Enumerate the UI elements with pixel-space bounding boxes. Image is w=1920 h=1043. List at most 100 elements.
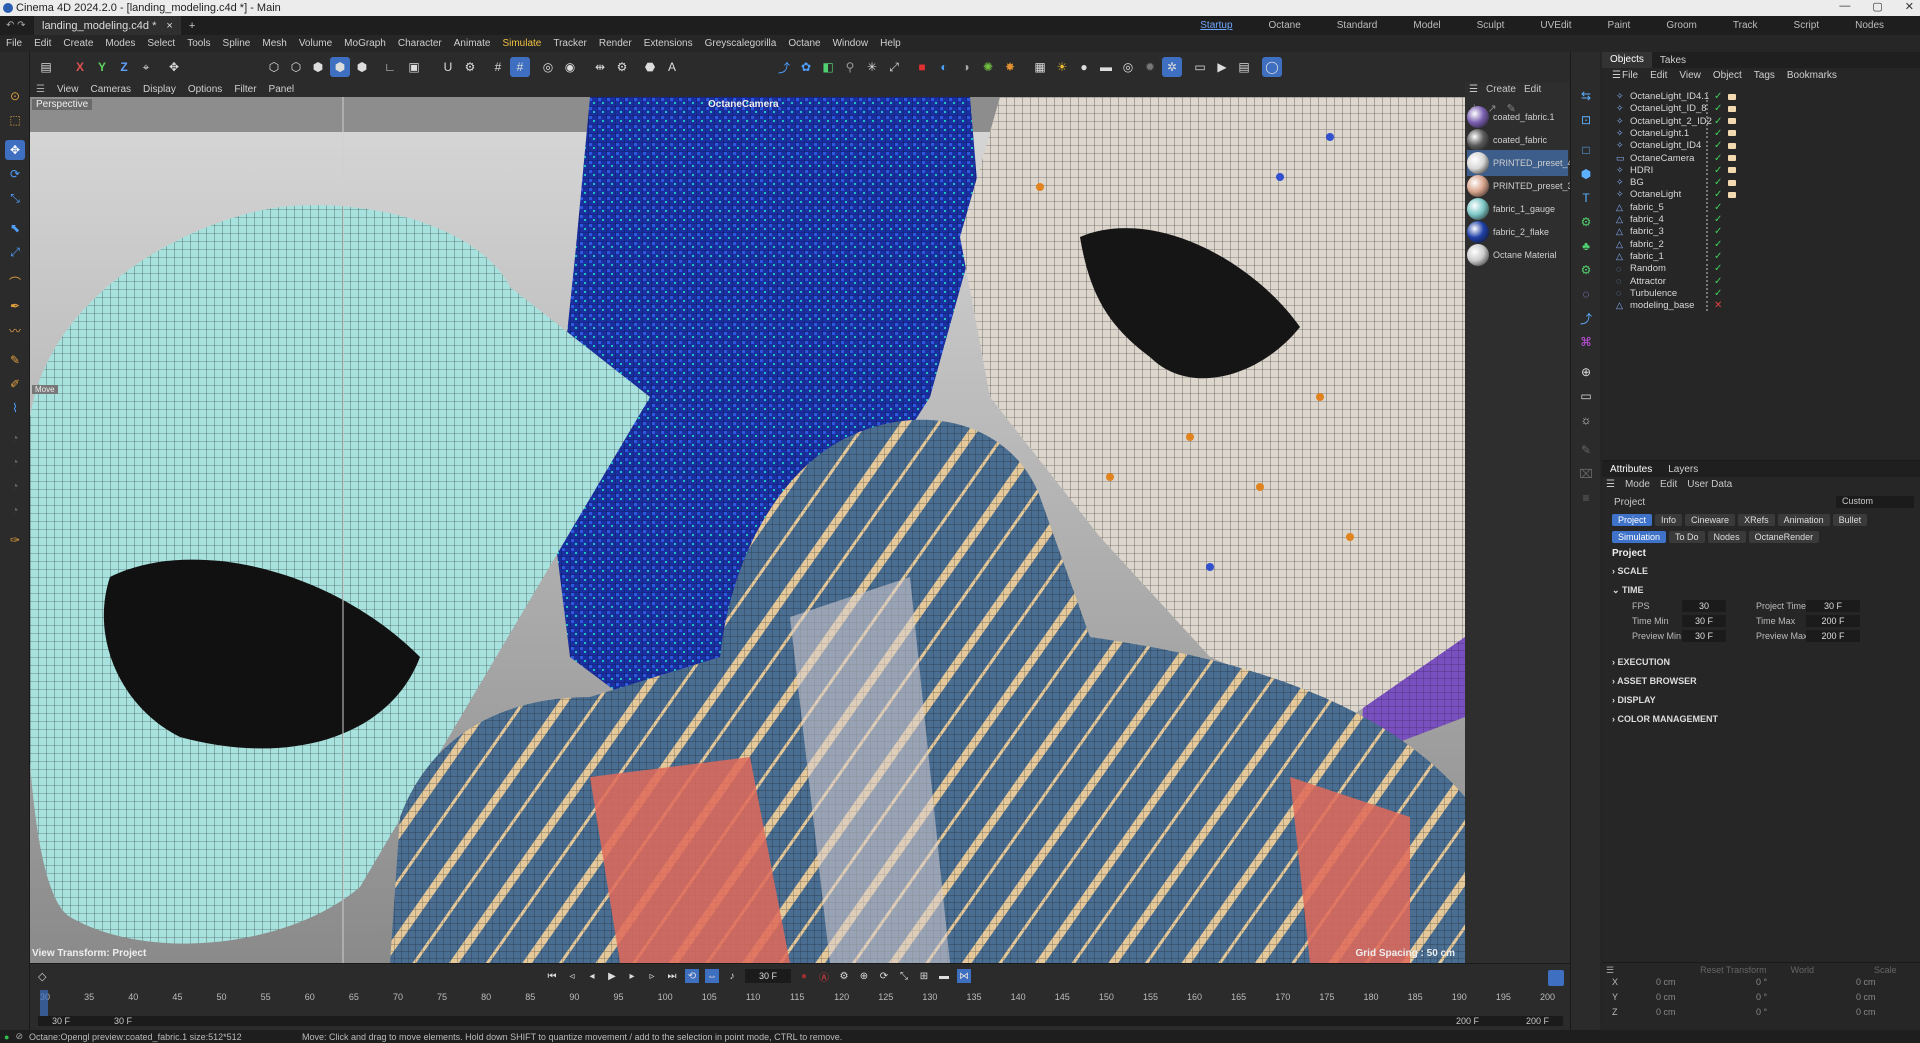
tag-icon[interactable] (1728, 191, 1736, 198)
tab-takes[interactable]: Takes (1652, 55, 1694, 66)
deformer-icon[interactable]: ⚲ (840, 57, 860, 77)
next-key-icon[interactable]: ▹ (645, 969, 659, 983)
object-menu-object[interactable]: Object (1707, 70, 1748, 81)
tab-objects[interactable]: Objects (1602, 52, 1652, 68)
coords-hamburger-icon[interactable]: ☰ (1606, 965, 1614, 976)
object-row[interactable]: △ modeling_base ✕ (1616, 298, 1916, 313)
document-tab[interactable]: landing_modeling.c4d * × (34, 16, 181, 35)
visibility-dots[interactable] (1706, 202, 1712, 213)
move-tool-icon[interactable]: ✥ (164, 57, 184, 77)
visibility-dots[interactable] (1706, 189, 1712, 200)
model-mode-icon[interactable]: ⬢ (330, 57, 350, 77)
render-view-icon[interactable]: ▭ (1190, 57, 1210, 77)
menu-animate[interactable]: Animate (448, 38, 497, 49)
new-tab-button[interactable]: + (189, 20, 195, 32)
goto-start-icon[interactable]: ⏮ (545, 969, 559, 983)
camera-icon[interactable]: ▭ (1576, 386, 1596, 406)
visibility-dots[interactable] (1706, 116, 1712, 127)
viewport-menu-options[interactable]: Options (182, 84, 228, 95)
layer-icon[interactable]: ⊡ (1576, 110, 1596, 130)
section-execution[interactable]: › EXECUTION (1612, 657, 1670, 667)
prev-frame-icon[interactable]: ◂ (585, 969, 599, 983)
section-asset-browser[interactable]: › ASSET BROWSER (1612, 676, 1697, 686)
visibility-dots[interactable] (1706, 165, 1712, 176)
weld-icon[interactable]: ◔ (5, 500, 25, 520)
attr-tab-cineware[interactable]: Cineware (1685, 514, 1736, 526)
section-scale[interactable]: › SCALE (1612, 566, 1648, 576)
snap-settings-icon[interactable]: ⚙ (460, 57, 480, 77)
tag-icon[interactable] (1728, 118, 1736, 125)
enabled-check-icon[interactable]: ✕ (1714, 300, 1722, 311)
tag-icon[interactable] (1728, 179, 1736, 186)
frame-range-bar[interactable]: 30 F 30 F 200 F 200 F (38, 1016, 1563, 1026)
tag-icon[interactable] (1728, 167, 1736, 174)
menu-tracker[interactable]: Tracker (547, 38, 593, 49)
bevel-icon[interactable]: ◔ (5, 452, 25, 472)
soft-selection-icon[interactable]: ◉ (560, 57, 580, 77)
mode-icon[interactable]: ▤ (36, 57, 56, 77)
spline-tool-icon[interactable]: ⤴ (1576, 308, 1596, 328)
visibility-dots[interactable] (1706, 128, 1712, 139)
symmetry-icon[interactable]: ⇹ (590, 57, 610, 77)
field-icon[interactable]: ⤢ (884, 57, 904, 77)
attr-tab-animation[interactable]: Animation (1777, 514, 1830, 526)
pen-icon[interactable]: ✒ (5, 296, 25, 316)
attr-menu-user-data[interactable]: User Data (1687, 479, 1732, 490)
render-queue-icon[interactable]: ▤ (1234, 57, 1254, 77)
cube-icon[interactable]: ◧ (818, 57, 838, 77)
tab-layers[interactable]: Layers (1660, 464, 1706, 475)
tag-icon[interactable] (1728, 155, 1736, 161)
timeline-ruler[interactable]: 3035404550556065707580859095100105110115… (40, 990, 1570, 1016)
viewport-menu-panel[interactable]: Panel (263, 84, 301, 95)
current-frame-field[interactable]: 30 F (745, 969, 791, 983)
coord-size-field[interactable]: 0 cm (1856, 977, 1876, 987)
menu-greyscalegorilla[interactable]: Greyscalegorilla (699, 38, 783, 49)
axis-mode-icon[interactable]: ∟ (380, 57, 400, 77)
cloner-icon[interactable]: ⚙ (1576, 212, 1596, 232)
section-time[interactable]: ⌄ TIME (1612, 585, 1644, 596)
key-rotation-icon[interactable]: ⟳ (877, 969, 891, 983)
menu-volume[interactable]: Volume (293, 38, 338, 49)
light-bulb-icon[interactable]: ☼ (1576, 410, 1596, 430)
prev-key-icon[interactable]: ◃ (565, 969, 579, 983)
generator-icon[interactable]: ✿ (796, 57, 816, 77)
object-menu-view[interactable]: View (1673, 70, 1707, 81)
close-window-button[interactable]: ✕ (1905, 0, 1914, 13)
paint-brush-icon[interactable]: ✎ (1576, 440, 1596, 460)
visibility-dots[interactable] (1706, 251, 1712, 262)
deformer-bend-icon[interactable]: ◌ (1576, 284, 1596, 304)
x-axis-button[interactable]: X (70, 57, 90, 77)
scale-icon[interactable]: ⤡ (5, 188, 25, 208)
preview-min-field[interactable]: 30 F (1682, 630, 1726, 642)
viewport-menu-filter[interactable]: Filter (228, 84, 262, 95)
visibility-dots[interactable] (1706, 153, 1712, 163)
attr-tab-info[interactable]: Info (1655, 514, 1683, 526)
viewport-menu-cameras[interactable]: Cameras (84, 84, 137, 95)
visibility-dots[interactable] (1706, 103, 1712, 114)
viewport-view-label[interactable]: Perspective (32, 99, 93, 110)
attr-tab-project[interactable]: Project (1612, 514, 1653, 526)
visibility-dots[interactable] (1706, 91, 1712, 102)
loop-icon[interactable]: ⟲ (685, 969, 699, 983)
layout-tab-model[interactable]: Model (1395, 20, 1458, 31)
coord-position-field[interactable]: 0 cm (1656, 977, 1676, 987)
coord-size-field[interactable]: 0 cm (1856, 1007, 1876, 1017)
y-axis-button[interactable]: Y (92, 57, 112, 77)
scale-dropdown[interactable]: Scale (1874, 965, 1897, 975)
transform-icon[interactable]: ⬉ (5, 218, 25, 238)
attr-menu-mode[interactable]: Mode (1625, 479, 1650, 490)
points-mode-icon[interactable]: ⬡ (264, 57, 284, 77)
attr-tab-simulation[interactable]: Simulation (1612, 531, 1667, 543)
world-dropdown[interactable]: World (1791, 965, 1814, 975)
material-hamburger-icon[interactable]: ☰ (1469, 84, 1478, 95)
workplane-icon[interactable]: ▣ (404, 57, 424, 77)
octane-texture-icon[interactable]: ◑ (956, 57, 976, 77)
preview-max-field[interactable]: 200 F (1806, 630, 1860, 642)
live-selection-icon[interactable]: ⊙ (5, 86, 25, 106)
placement-icon[interactable]: ⤢ (5, 242, 25, 262)
key-mode-icon[interactable]: ⋈ (957, 969, 971, 983)
time-min-field[interactable]: 30 F (1682, 615, 1726, 627)
object-hamburger-icon[interactable]: ☰ (1606, 70, 1627, 81)
visibility-dots[interactable] (1706, 276, 1712, 286)
menu-extensions[interactable]: Extensions (638, 38, 699, 49)
